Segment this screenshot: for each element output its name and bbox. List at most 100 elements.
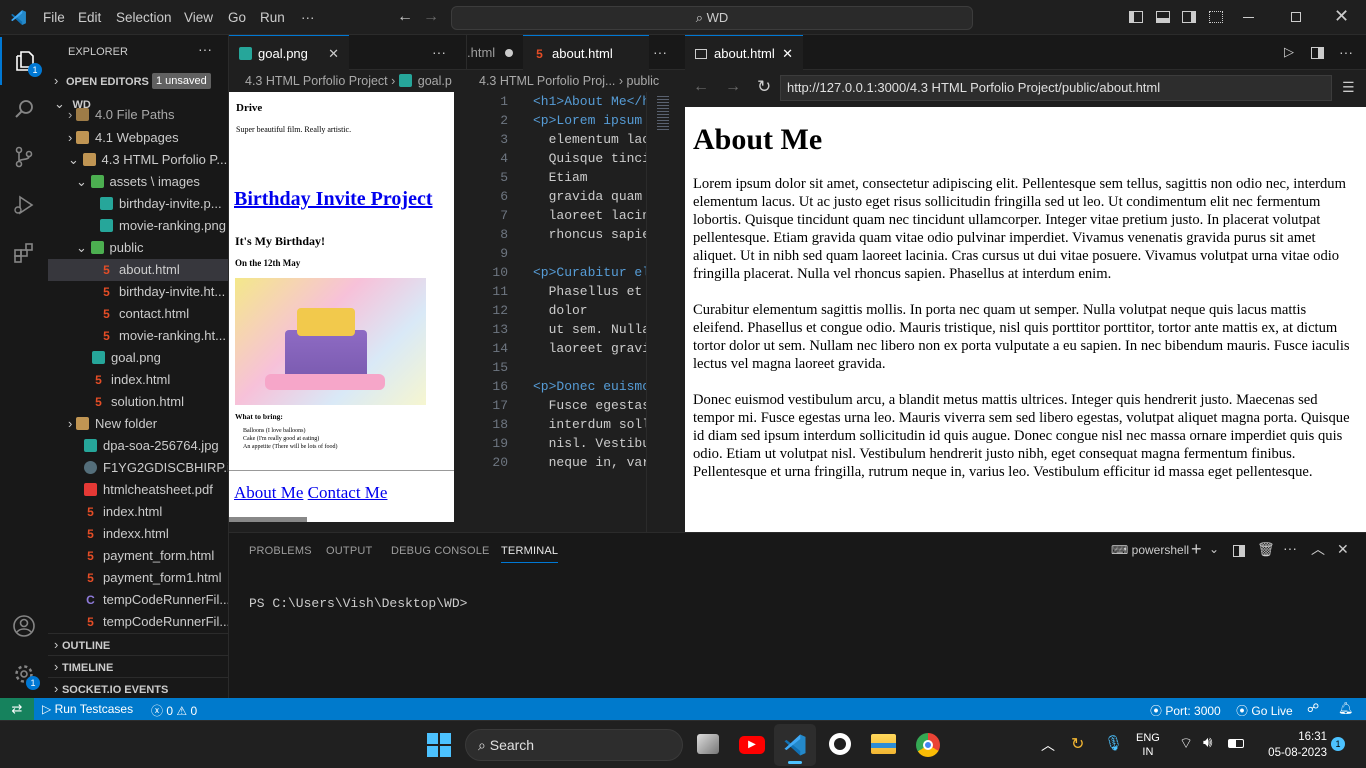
- code-line[interactable]: <h1>About Me</h: [533, 94, 650, 109]
- tree-item-file-selected[interactable]: 5 about.html: [48, 259, 228, 281]
- port-indicator[interactable]: ⦿ Port: 3000: [1150, 702, 1221, 719]
- task-view-icon[interactable]: [697, 734, 719, 754]
- code-line[interactable]: dolor: [533, 303, 588, 318]
- chrome-icon[interactable]: [916, 733, 940, 757]
- tree-item-folder[interactable]: › 4.1 Webpages: [48, 127, 228, 149]
- notifications-bell-icon[interactable]: 🔔︎: [1338, 701, 1353, 715]
- code-line[interactable]: <p>Lorem ipsum: [533, 113, 642, 128]
- close-tab-icon[interactable]: ✕: [782, 36, 793, 71]
- split-editor-icon[interactable]: [1311, 47, 1324, 59]
- menu-more[interactable]: ···: [301, 10, 315, 25]
- tree-item-file[interactable]: htmlcheatsheet.pdf: [48, 479, 228, 501]
- panel-more-icon[interactable]: ···: [1283, 540, 1297, 556]
- tab-terminal[interactable]: TERMINAL: [501, 545, 559, 563]
- trash-icon[interactable]: 🗑: [1257, 541, 1275, 558]
- windows-start-icon[interactable]: [427, 733, 451, 757]
- terminal-shell-selector[interactable]: ⌨ powershell: [1111, 543, 1189, 557]
- code-line[interactable]: elementum lac: [533, 132, 650, 147]
- tree-item-folder[interactable]: ⌄ assets \ images: [48, 171, 228, 193]
- code-line[interactable]: Etiam: [533, 170, 588, 185]
- manage-gear-icon[interactable]: 1: [0, 650, 48, 698]
- tree-item-file[interactable]: dpa-soa-256764.jpg: [48, 435, 228, 457]
- code-line[interactable]: nisl. Vestibu: [533, 436, 650, 451]
- tree-item-file[interactable]: 5 index.html: [48, 501, 228, 523]
- tree-item-file[interactable]: CtempCodeRunnerFil...: [48, 589, 228, 611]
- outline-section[interactable]: › OUTLINE: [48, 633, 228, 655]
- breadcrumb-item[interactable]: 4.3 HTML Porfolio Project: [245, 74, 388, 88]
- clock[interactable]: 16:31 05-08-2023: [1257, 729, 1327, 761]
- toggle-secondary-sidebar-icon[interactable]: [1182, 11, 1196, 23]
- tree-item-folder[interactable]: ⌄ public: [48, 237, 228, 259]
- code-line[interactable]: laoreet lacin: [533, 208, 650, 223]
- remote-icon[interactable]: ⇄: [0, 698, 34, 720]
- tab-html-unsaved[interactable]: .html: [467, 35, 523, 70]
- tree-item-file[interactable]: 5 indexx.html: [48, 523, 228, 545]
- explorer-more-icon[interactable]: ···: [198, 41, 212, 57]
- toggle-panel-icon[interactable]: [1156, 11, 1170, 23]
- volume-icon[interactable]: 🔊︎: [1203, 734, 1212, 751]
- breadcrumb-item[interactable]: 4.3 HTML Porfolio Proj...: [479, 74, 615, 88]
- timeline-section[interactable]: › TIMELINE: [48, 655, 228, 677]
- terminal-prompt[interactable]: PS C:\Users\Vish\Desktop\WD>: [249, 596, 467, 611]
- tree-item-file[interactable]: 5 movie-ranking.ht...: [48, 325, 228, 347]
- tree-item-file[interactable]: 5 tempCodeRunnerFil...: [48, 611, 228, 633]
- menu-selection[interactable]: Selection: [116, 10, 172, 25]
- editor-more-icon[interactable]: ···: [653, 44, 667, 60]
- breadcrumb-item[interactable]: goal.p: [418, 74, 452, 88]
- tree-item-file[interactable]: 5 payment_form.html: [48, 545, 228, 567]
- tab-output[interactable]: OUTPUT: [326, 545, 372, 557]
- source-control-icon[interactable]: [0, 133, 48, 181]
- url-input[interactable]: http://127.0.0.1:3000/4.3 HTML Porfolio …: [780, 75, 1332, 101]
- language-indicator[interactable]: ENG IN: [1136, 731, 1160, 759]
- tree-item-file[interactable]: birthday-invite.p...: [48, 193, 228, 215]
- close-window-icon[interactable]: ✕: [1334, 6, 1349, 27]
- tab-debug-console[interactable]: DEBUG CONSOLE: [391, 545, 490, 557]
- customize-layout-icon[interactable]: [1209, 11, 1223, 23]
- sync-icon[interactable]: ↻: [1071, 734, 1084, 754]
- search-icon[interactable]: [0, 85, 48, 133]
- split-terminal-icon[interactable]: [1233, 545, 1245, 557]
- menu-view[interactable]: View: [184, 10, 213, 25]
- open-editors-section[interactable]: › OPEN EDITORS 1 unsaved: [48, 70, 228, 92]
- close-panel-icon[interactable]: ✕: [1337, 541, 1349, 558]
- code-line[interactable]: interdum soll: [533, 417, 650, 432]
- code-line[interactable]: gravida quam: [533, 189, 643, 204]
- code-line[interactable]: Quisque tinci: [533, 151, 650, 166]
- github-icon[interactable]: [829, 733, 851, 755]
- vscode-taskbar-icon[interactable]: [774, 724, 816, 766]
- tab-about-html[interactable]: 5 about.html: [523, 35, 649, 70]
- tab-problems[interactable]: PROBLEMS: [249, 545, 312, 557]
- go-live-button[interactable]: ⦿ Go Live: [1236, 702, 1293, 719]
- browser-forward-icon[interactable]: →: [725, 78, 741, 96]
- extensions-icon[interactable]: [0, 229, 48, 277]
- tree-item-file[interactable]: 5 index.html: [48, 369, 228, 391]
- tree-item-folder[interactable]: › 4.0 File Paths: [48, 106, 228, 124]
- file-explorer-icon[interactable]: [871, 734, 896, 754]
- tree-item-file[interactable]: movie-ranking.png: [48, 215, 228, 237]
- account-icon[interactable]: [0, 602, 48, 650]
- run-icon[interactable]: ▷: [1284, 44, 1294, 60]
- code-line[interactable]: Phasellus et: [533, 284, 643, 299]
- tab-goal-png[interactable]: goal.png ✕: [229, 35, 349, 70]
- code-line[interactable]: rhoncus sapie: [533, 227, 650, 242]
- new-terminal-icon[interactable]: +: [1191, 539, 1202, 560]
- chevron-down-icon[interactable]: ⌄: [1209, 542, 1219, 556]
- tree-item-file[interactable]: 5 solution.html: [48, 391, 228, 413]
- tab-browser-about[interactable]: about.html ✕: [685, 35, 803, 70]
- command-center-search[interactable]: ⌕ WD: [451, 6, 973, 30]
- run-testcases-button[interactable]: ▷ Run Testcases: [42, 702, 133, 716]
- close-tab-icon[interactable]: ✕: [328, 36, 339, 71]
- browser-back-icon[interactable]: ←: [693, 78, 709, 96]
- code-scrollbar[interactable]: [672, 92, 684, 532]
- problems-indicator[interactable]: ⓧ 0 ⚠ 0: [151, 702, 197, 719]
- restore-icon[interactable]: [1291, 12, 1301, 22]
- microphone-icon[interactable]: 🎙︎: [1104, 734, 1123, 752]
- code-line[interactable]: Fusce egestas: [533, 398, 650, 413]
- tree-item-file[interactable]: 5 birthday-invite.ht...: [48, 281, 228, 303]
- browser-reload-icon[interactable]: ↻: [757, 77, 771, 97]
- tree-item-file[interactable]: goal.png: [48, 347, 228, 369]
- editor-more-icon[interactable]: ···: [432, 44, 446, 60]
- tree-item-file[interactable]: F1YG2GDISCBHIRP.i...: [48, 457, 228, 479]
- minimap[interactable]: [646, 92, 671, 532]
- explorer-icon[interactable]: 1: [0, 37, 48, 85]
